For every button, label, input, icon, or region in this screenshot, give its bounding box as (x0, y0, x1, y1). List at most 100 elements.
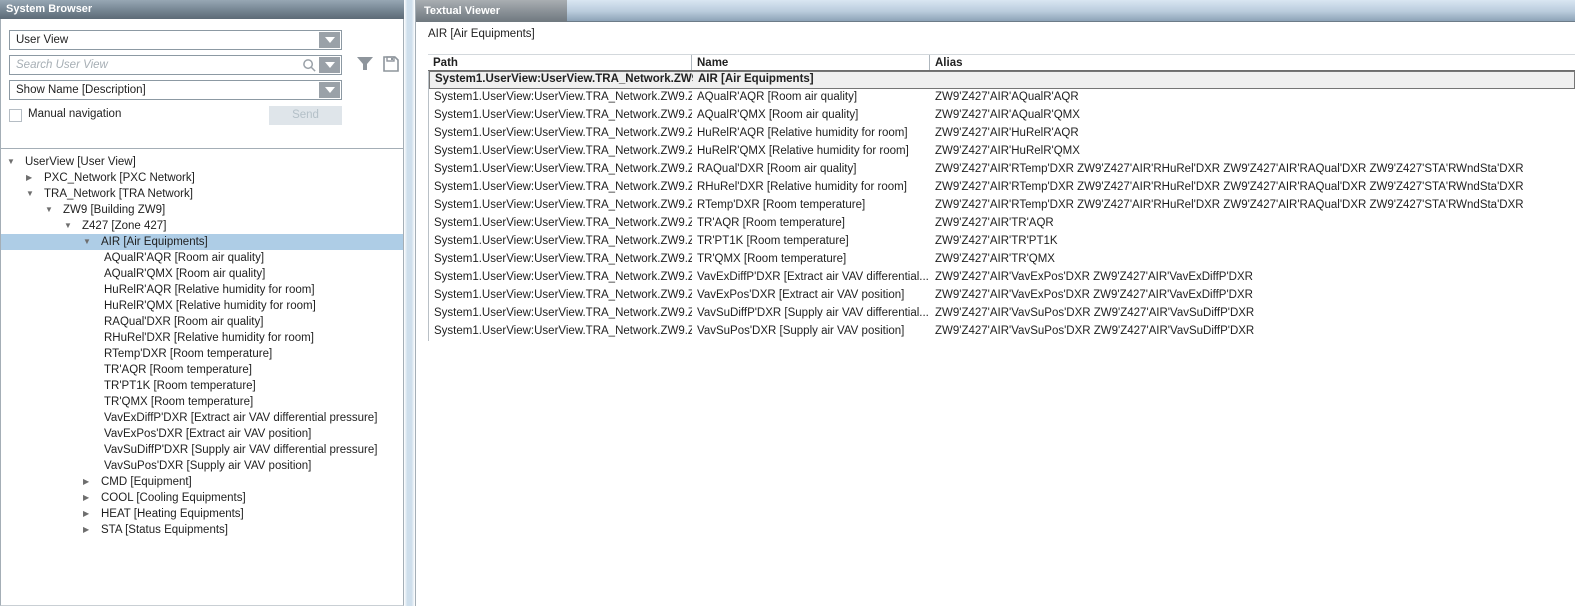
tree-item[interactable]: TR'AQR [Room temperature] (1, 362, 403, 378)
table-row[interactable]: System1.UserView:UserView.TRA_Network.ZW… (429, 89, 1575, 107)
objects-table: Path Name Alias System1.UserView:UserVie… (428, 54, 1575, 341)
cell-path: System1.UserView:UserView.TRA_Network.ZW… (429, 251, 692, 269)
tree-item[interactable]: ▼Z427 [Zone 427] (1, 218, 403, 234)
tree-item[interactable]: HuRelR'AQR [Relative humidity for room] (1, 282, 403, 298)
search-input[interactable] (10, 56, 295, 74)
table-row[interactable]: System1.UserView:UserView.TRA_Network.ZW… (429, 71, 1575, 89)
search-dropdown-button[interactable] (319, 57, 340, 73)
expand-triangle-icon[interactable]: ▼ (7, 154, 25, 170)
panel-splitter[interactable] (404, 0, 415, 606)
tree-item[interactable]: ▶CMD [Equipment] (1, 474, 403, 490)
cell-alias: ZW9'Z427'AIR'RTemp'DXR ZW9'Z427'AIR'RHuR… (930, 197, 1575, 215)
cell-path: System1.UserView:UserView.TRA_Network.ZW… (429, 89, 692, 107)
tree-item[interactable]: HuRelR'QMX [Relative humidity for room] (1, 298, 403, 314)
table-header-row: Path Name Alias (428, 54, 1575, 71)
table-row[interactable]: System1.UserView:UserView.TRA_Network.ZW… (429, 125, 1575, 143)
cell-alias: ZW9'Z427'AIR'TR'AQR (930, 215, 1575, 233)
tree-item[interactable]: AQualR'QMX [Room air quality] (1, 266, 403, 282)
cell-name: TR'AQR [Room temperature] (692, 215, 930, 233)
tree-item-label: HuRelR'QMX [Relative humidity for room] (104, 300, 316, 312)
cell-name: TR'QMX [Room temperature] (692, 251, 930, 269)
tree-item[interactable]: TR'PT1K [Room temperature] (1, 378, 403, 394)
column-header-alias[interactable]: Alias (929, 55, 1575, 70)
expand-triangle-icon[interactable]: ▶ (83, 474, 101, 490)
table-row[interactable]: System1.UserView:UserView.TRA_Network.ZW… (429, 305, 1575, 323)
table-row[interactable]: System1.UserView:UserView.TRA_Network.ZW… (429, 233, 1575, 251)
send-button[interactable]: Send (269, 106, 342, 125)
manual-navigation-checkbox[interactable] (9, 109, 22, 122)
view-selector-combobox[interactable]: User View (9, 30, 342, 50)
cell-alias: ZW9'Z427'AIR'VavExPos'DXR ZW9'Z427'AIR'V… (930, 269, 1575, 287)
table-row[interactable]: System1.UserView:UserView.TRA_Network.ZW… (429, 161, 1575, 179)
expand-triangle-icon[interactable]: ▶ (83, 490, 101, 506)
tree-item-label: ZW9 [Building ZW9] (63, 204, 165, 216)
tree-item[interactable]: ▶STA [Status Equipments] (1, 522, 403, 538)
tree-item[interactable]: VavSuPos'DXR [Supply air VAV position] (1, 458, 403, 474)
tab-textual-viewer[interactable]: Textual Viewer (416, 0, 567, 22)
cell-path: System1.UserView:UserView.TRA_Network.ZW… (429, 179, 692, 197)
save-icon[interactable] (382, 55, 400, 73)
cell-name: TR'PT1K [Room temperature] (692, 233, 930, 251)
tree-item-label: HuRelR'AQR [Relative humidity for room] (104, 284, 315, 296)
tree-item[interactable]: ▼UserView [User View] (1, 154, 403, 170)
cell-alias: ZW9'Z427'AIR'RTemp'DXR ZW9'Z427'AIR'RHuR… (930, 161, 1575, 179)
column-header-name[interactable]: Name (691, 55, 929, 70)
display-mode-value: Show Name [Description] (16, 81, 146, 99)
tree-item-label: AQualR'QMX [Room air quality] (104, 268, 265, 280)
cell-alias: ZW9'Z427'AIR'VavExPos'DXR ZW9'Z427'AIR'V… (930, 287, 1575, 305)
cell-alias: ZW9'Z427'AIR'HuRelR'QMX (930, 143, 1575, 161)
cell-path: System1.UserView:UserView.TRA_Network.ZW… (429, 161, 692, 179)
tree-item-label: AQualR'AQR [Room air quality] (104, 252, 264, 264)
expand-triangle-icon[interactable]: ▼ (26, 186, 44, 202)
cell-path: System1.UserView:UserView.TRA_Network.ZW… (429, 269, 692, 287)
table-row[interactable]: System1.UserView:UserView.TRA_Network.ZW… (429, 107, 1575, 125)
tree-item[interactable]: RHuRel'DXR [Relative humidity for room] (1, 330, 403, 346)
cell-path: System1.UserView:UserView.TRA_Network.ZW… (429, 233, 692, 251)
system-browser-body: User View Show Name [Description] Manual… (0, 19, 404, 606)
system-browser-panel: System Browser User View Show Name [Desc… (0, 0, 404, 606)
tree-item[interactable]: VavSuDiffP'DXR [Supply air VAV different… (1, 442, 403, 458)
tree-item[interactable]: RAQual'DXR [Room air quality] (1, 314, 403, 330)
table-row[interactable]: System1.UserView:UserView.TRA_Network.ZW… (429, 197, 1575, 215)
search-icon[interactable] (302, 58, 317, 73)
expand-triangle-icon[interactable]: ▶ (83, 506, 101, 522)
cell-alias: ZW9'Z427'AIR'TR'QMX (930, 251, 1575, 269)
tree-item-label: RHuRel'DXR [Relative humidity for room] (104, 332, 314, 344)
table-row[interactable]: System1.UserView:UserView.TRA_Network.ZW… (429, 269, 1575, 287)
cell-name: RAQual'DXR [Room air quality] (692, 161, 930, 179)
tree-item[interactable]: ▶COOL [Cooling Equipments] (1, 490, 403, 506)
tree-item[interactable]: VavExDiffP'DXR [Extract air VAV differen… (1, 410, 403, 426)
tree-item[interactable]: AQualR'AQR [Room air quality] (1, 250, 403, 266)
tree-item[interactable]: TR'QMX [Room temperature] (1, 394, 403, 410)
cell-path: System1.UserView:UserView.TRA_Network.ZW… (429, 143, 692, 161)
table-row[interactable]: System1.UserView:UserView.TRA_Network.ZW… (429, 323, 1575, 341)
tree-item[interactable]: ▼ZW9 [Building ZW9] (1, 202, 403, 218)
cell-path: System1.UserView:UserView.TRA_Network.ZW… (429, 125, 692, 143)
display-mode-dropdown-button[interactable] (319, 82, 340, 98)
tree-item[interactable]: RTemp'DXR [Room temperature] (1, 346, 403, 362)
expand-triangle-icon[interactable]: ▶ (83, 522, 101, 538)
table-row[interactable]: System1.UserView:UserView.TRA_Network.ZW… (429, 179, 1575, 197)
cell-alias: ZW9'Z427'AIR'VavSuPos'DXR ZW9'Z427'AIR'V… (930, 305, 1575, 323)
tree-item[interactable]: ▶HEAT [Heating Equipments] (1, 506, 403, 522)
chevron-down-icon (325, 87, 335, 93)
tree-item[interactable]: ▼TRA_Network [TRA Network] (1, 186, 403, 202)
filter-icon[interactable] (356, 55, 374, 73)
tree-item[interactable]: VavExPos'DXR [Extract air VAV position] (1, 426, 403, 442)
tree-item[interactable]: ▶PXC_Network [PXC Network] (1, 170, 403, 186)
expand-triangle-icon[interactable]: ▼ (64, 218, 82, 234)
tab-strip: Textual Viewer (416, 0, 1575, 22)
table-row[interactable]: System1.UserView:UserView.TRA_Network.ZW… (429, 143, 1575, 161)
tree-item[interactable]: ▼AIR [Air Equipments] (1, 234, 403, 250)
table-row[interactable]: System1.UserView:UserView.TRA_Network.ZW… (429, 287, 1575, 305)
tree-item-label: VavExPos'DXR [Extract air VAV position] (104, 428, 311, 440)
expand-triangle-icon[interactable]: ▼ (83, 234, 101, 250)
display-mode-combobox[interactable]: Show Name [Description] (9, 80, 342, 100)
expand-triangle-icon[interactable]: ▼ (45, 202, 63, 218)
table-row[interactable]: System1.UserView:UserView.TRA_Network.ZW… (429, 215, 1575, 233)
tree-item-label: PXC_Network [PXC Network] (44, 172, 195, 184)
table-row[interactable]: System1.UserView:UserView.TRA_Network.ZW… (429, 251, 1575, 269)
expand-triangle-icon[interactable]: ▶ (26, 170, 44, 186)
column-header-path[interactable]: Path (428, 55, 691, 70)
view-selector-dropdown-button[interactable] (319, 32, 340, 48)
